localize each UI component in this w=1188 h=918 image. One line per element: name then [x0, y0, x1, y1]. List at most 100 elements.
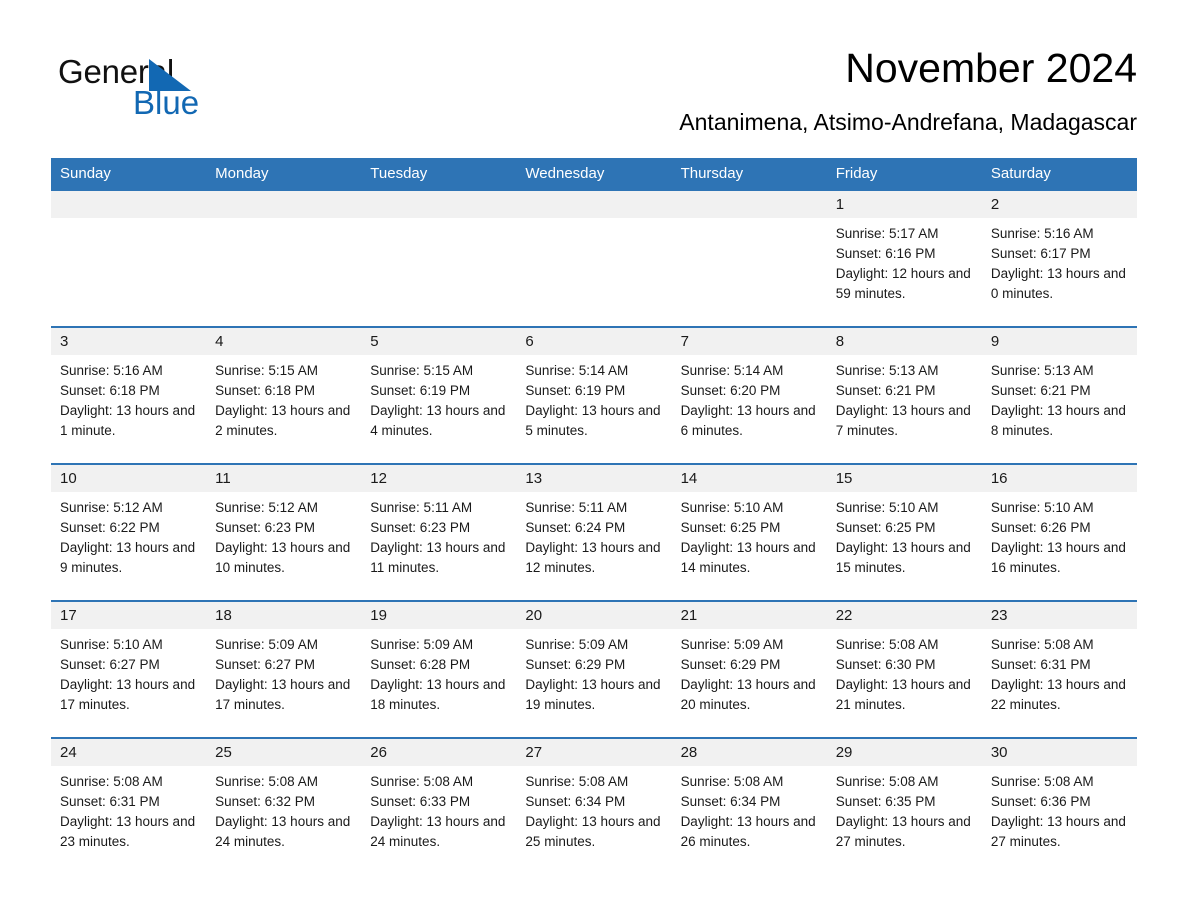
day-number: [206, 191, 362, 218]
day-cell-inner: 7 Sunrise: 5:14 AM Sunset: 6:20 PM Daylight…: [671, 328, 827, 461]
day-details: Sunrise: 5:09 AM Sunset: 6:28 PM Daylight:…: [361, 629, 516, 715]
calendar-day-cell[interactable]: 29 Sunrise: 5:08 AM Sunset: 6:35 PM Dayligh…: [826, 737, 982, 874]
calendar-day-cell[interactable]: 17 Sunrise: 5:10 AM Sunset: 6:27 PM Dayligh…: [51, 600, 207, 738]
day-number: 29: [826, 739, 982, 766]
day-number: 14: [671, 465, 827, 492]
daylight-text: Daylight: 13 hours and 18 minutes.: [370, 677, 506, 712]
sunrise-text: Sunrise: 5:14 AM: [525, 363, 629, 378]
calendar-day-cell[interactable]: 7 Sunrise: 5:14 AM Sunset: 6:20 PM Daylight…: [671, 326, 827, 464]
calendar-day-cell[interactable]: 19 Sunrise: 5:09 AM Sunset: 6:28 PM Dayligh…: [361, 600, 517, 738]
day-number: 21: [671, 602, 827, 629]
calendar-day-cell[interactable]: 20 Sunrise: 5:09 AM Sunset: 6:29 PM Dayligh…: [516, 600, 672, 738]
daylight-text: Daylight: 13 hours and 24 minutes.: [370, 814, 506, 849]
day-cell-inner: [51, 191, 207, 324]
sunrise-text: Sunrise: 5:09 AM: [525, 637, 629, 652]
sunset-text: Sunset: 6:22 PM: [60, 520, 160, 535]
calendar-day-cell[interactable]: 12 Sunrise: 5:11 AM Sunset: 6:23 PM Dayligh…: [361, 463, 517, 601]
sunrise-text: Sunrise: 5:14 AM: [680, 363, 784, 378]
calendar-day-cell[interactable]: 4 Sunrise: 5:15 AM Sunset: 6:18 PM Daylight…: [206, 326, 362, 464]
calendar-day-cell[interactable]: 5 Sunrise: 5:15 AM Sunset: 6:19 PM Daylight…: [361, 326, 517, 464]
calendar-day-cell[interactable]: 25 Sunrise: 5:08 AM Sunset: 6:32 PM Dayligh…: [206, 737, 362, 874]
sunrise-text: Sunrise: 5:12 AM: [215, 500, 318, 515]
sunrise-text: Sunrise: 5:10 AM: [680, 500, 784, 515]
daylight-text: Daylight: 13 hours and 14 minutes.: [680, 540, 816, 575]
daylight-text: Daylight: 13 hours and 11 minutes.: [370, 540, 506, 575]
calendar-day-cell[interactable]: 11 Sunrise: 5:12 AM Sunset: 6:23 PM Dayligh…: [206, 463, 362, 601]
day-cell-inner: 22 Sunrise: 5:08 AM Sunset: 6:30 PM Dayligh…: [826, 602, 982, 735]
daylight-text: Daylight: 13 hours and 0 minutes.: [990, 266, 1126, 301]
calendar-day-cell[interactable]: 21 Sunrise: 5:09 AM Sunset: 6:29 PM Dayligh…: [671, 600, 827, 738]
day-cell-inner: [206, 191, 362, 324]
daylight-text: Daylight: 13 hours and 2 minutes.: [215, 403, 351, 438]
weekday-header-tuesday: Tuesday: [361, 158, 517, 190]
sunset-text: Sunset: 6:33 PM: [370, 794, 471, 809]
calendar-day-cell[interactable]: 23 Sunrise: 5:08 AM Sunset: 6:31 PM Dayligh…: [981, 600, 1137, 738]
day-cell-inner: 30 Sunrise: 5:08 AM Sunset: 6:36 PM Dayligh…: [981, 739, 1137, 872]
day-cell-inner: 10 Sunrise: 5:12 AM Sunset: 6:22 PM Dayligh…: [51, 465, 207, 598]
day-number: 15: [826, 465, 982, 492]
day-cell-inner: 26 Sunrise: 5:08 AM Sunset: 6:33 PM Dayligh…: [361, 739, 517, 872]
calendar-day-cell[interactable]: 16 Sunrise: 5:10 AM Sunset: 6:26 PM Dayligh…: [981, 463, 1137, 601]
calendar-day-cell[interactable]: 26 Sunrise: 5:08 AM Sunset: 6:33 PM Dayligh…: [361, 737, 517, 874]
sunrise-text: Sunrise: 5:08 AM: [370, 774, 474, 789]
calendar-day-cell[interactable]: 22 Sunrise: 5:08 AM Sunset: 6:30 PM Dayligh…: [826, 600, 982, 738]
day-cell-inner: 28 Sunrise: 5:08 AM Sunset: 6:34 PM Dayligh…: [671, 739, 827, 872]
calendar-day-cell-empty: [671, 189, 827, 327]
day-details: Sunrise: 5:08 AM Sunset: 6:36 PM Daylight:…: [982, 766, 1137, 852]
sunset-text: Sunset: 6:25 PM: [835, 520, 936, 535]
day-number: 16: [981, 465, 1137, 492]
sunrise-text: Sunrise: 5:10 AM: [990, 500, 1094, 515]
calendar-day-cell[interactable]: 10 Sunrise: 5:12 AM Sunset: 6:22 PM Dayligh…: [51, 463, 207, 601]
sunrise-text: Sunrise: 5:11 AM: [370, 500, 473, 515]
sunset-text: Sunset: 6:27 PM: [60, 657, 160, 672]
day-number: 13: [516, 465, 672, 492]
sunset-text: Sunset: 6:29 PM: [525, 657, 626, 672]
calendar-week-row: 1 Sunrise: 5:17 AM Sunset: 6:16 PM Daylight…: [51, 189, 1137, 327]
sunset-text: Sunset: 6:35 PM: [835, 794, 936, 809]
day-details: Sunrise: 5:08 AM Sunset: 6:31 PM Daylight:…: [51, 766, 206, 852]
day-details: Sunrise: 5:10 AM Sunset: 6:27 PM Daylight:…: [51, 629, 206, 715]
sunrise-text: Sunrise: 5:09 AM: [680, 637, 784, 652]
day-details: Sunrise: 5:11 AM Sunset: 6:24 PM Daylight:…: [516, 492, 671, 578]
calendar-day-cell[interactable]: 8 Sunrise: 5:13 AM Sunset: 6:21 PM Daylight…: [826, 326, 982, 464]
calendar-day-cell[interactable]: 15 Sunrise: 5:10 AM Sunset: 6:25 PM Dayligh…: [826, 463, 982, 601]
day-number: 4: [206, 328, 362, 355]
calendar-day-cell[interactable]: 28 Sunrise: 5:08 AM Sunset: 6:34 PM Dayligh…: [671, 737, 827, 874]
daylight-text: Daylight: 13 hours and 19 minutes.: [525, 677, 661, 712]
day-cell-inner: 4 Sunrise: 5:15 AM Sunset: 6:18 PM Daylight…: [206, 328, 362, 461]
day-cell-inner: 1 Sunrise: 5:17 AM Sunset: 6:16 PM Daylight…: [826, 191, 982, 324]
daylight-text: Daylight: 13 hours and 1 minute.: [60, 403, 196, 438]
day-number: 26: [361, 739, 517, 766]
day-details: Sunrise: 5:16 AM Sunset: 6:17 PM Daylight:…: [982, 218, 1137, 304]
sunrise-text: Sunrise: 5:08 AM: [60, 774, 163, 789]
sunset-text: Sunset: 6:27 PM: [215, 657, 315, 672]
calendar-day-cell[interactable]: 30 Sunrise: 5:08 AM Sunset: 6:36 PM Dayligh…: [981, 737, 1137, 874]
sunrise-text: Sunrise: 5:08 AM: [215, 774, 318, 789]
calendar-day-cell[interactable]: 27 Sunrise: 5:08 AM Sunset: 6:34 PM Dayligh…: [516, 737, 672, 874]
day-details: Sunrise: 5:10 AM Sunset: 6:26 PM Daylight:…: [982, 492, 1137, 578]
sunset-text: Sunset: 6:23 PM: [215, 520, 315, 535]
day-cell-inner: 2 Sunrise: 5:16 AM Sunset: 6:17 PM Daylight…: [981, 191, 1137, 324]
sunset-text: Sunset: 6:28 PM: [370, 657, 471, 672]
calendar-day-cell[interactable]: 14 Sunrise: 5:10 AM Sunset: 6:25 PM Dayligh…: [671, 463, 827, 601]
daylight-text: Daylight: 13 hours and 9 minutes.: [60, 540, 196, 575]
calendar-table: Sunday Monday Tuesday Wednesday Thursday…: [51, 158, 1137, 874]
day-number: 24: [51, 739, 207, 766]
day-number: 5: [361, 328, 517, 355]
daylight-text: Daylight: 13 hours and 17 minutes.: [215, 677, 351, 712]
calendar-day-cell[interactable]: 18 Sunrise: 5:09 AM Sunset: 6:27 PM Dayligh…: [206, 600, 362, 738]
daylight-text: Daylight: 13 hours and 27 minutes.: [835, 814, 971, 849]
day-details: Sunrise: 5:08 AM Sunset: 6:33 PM Daylight:…: [361, 766, 516, 852]
weekday-header-sunday: Sunday: [51, 158, 207, 190]
calendar-day-cell[interactable]: 3 Sunrise: 5:16 AM Sunset: 6:18 PM Daylight…: [51, 326, 207, 464]
calendar-day-cell[interactable]: 13 Sunrise: 5:11 AM Sunset: 6:24 PM Dayligh…: [516, 463, 672, 601]
calendar-day-cell[interactable]: 6 Sunrise: 5:14 AM Sunset: 6:19 PM Daylight…: [516, 326, 672, 464]
day-cell-inner: 29 Sunrise: 5:08 AM Sunset: 6:35 PM Dayligh…: [826, 739, 982, 872]
generalblue-logo[interactable]: General Blue: [58, 53, 258, 125]
calendar-day-cell[interactable]: 9 Sunrise: 5:13 AM Sunset: 6:21 PM Daylight…: [981, 326, 1137, 464]
daylight-text: Daylight: 13 hours and 26 minutes.: [680, 814, 816, 849]
calendar-day-cell[interactable]: 2 Sunrise: 5:16 AM Sunset: 6:17 PM Daylight…: [981, 189, 1137, 327]
day-number: [361, 191, 517, 218]
calendar-day-cell[interactable]: 1 Sunrise: 5:17 AM Sunset: 6:16 PM Daylight…: [826, 189, 982, 327]
calendar-day-cell[interactable]: 24 Sunrise: 5:08 AM Sunset: 6:31 PM Dayligh…: [51, 737, 207, 874]
